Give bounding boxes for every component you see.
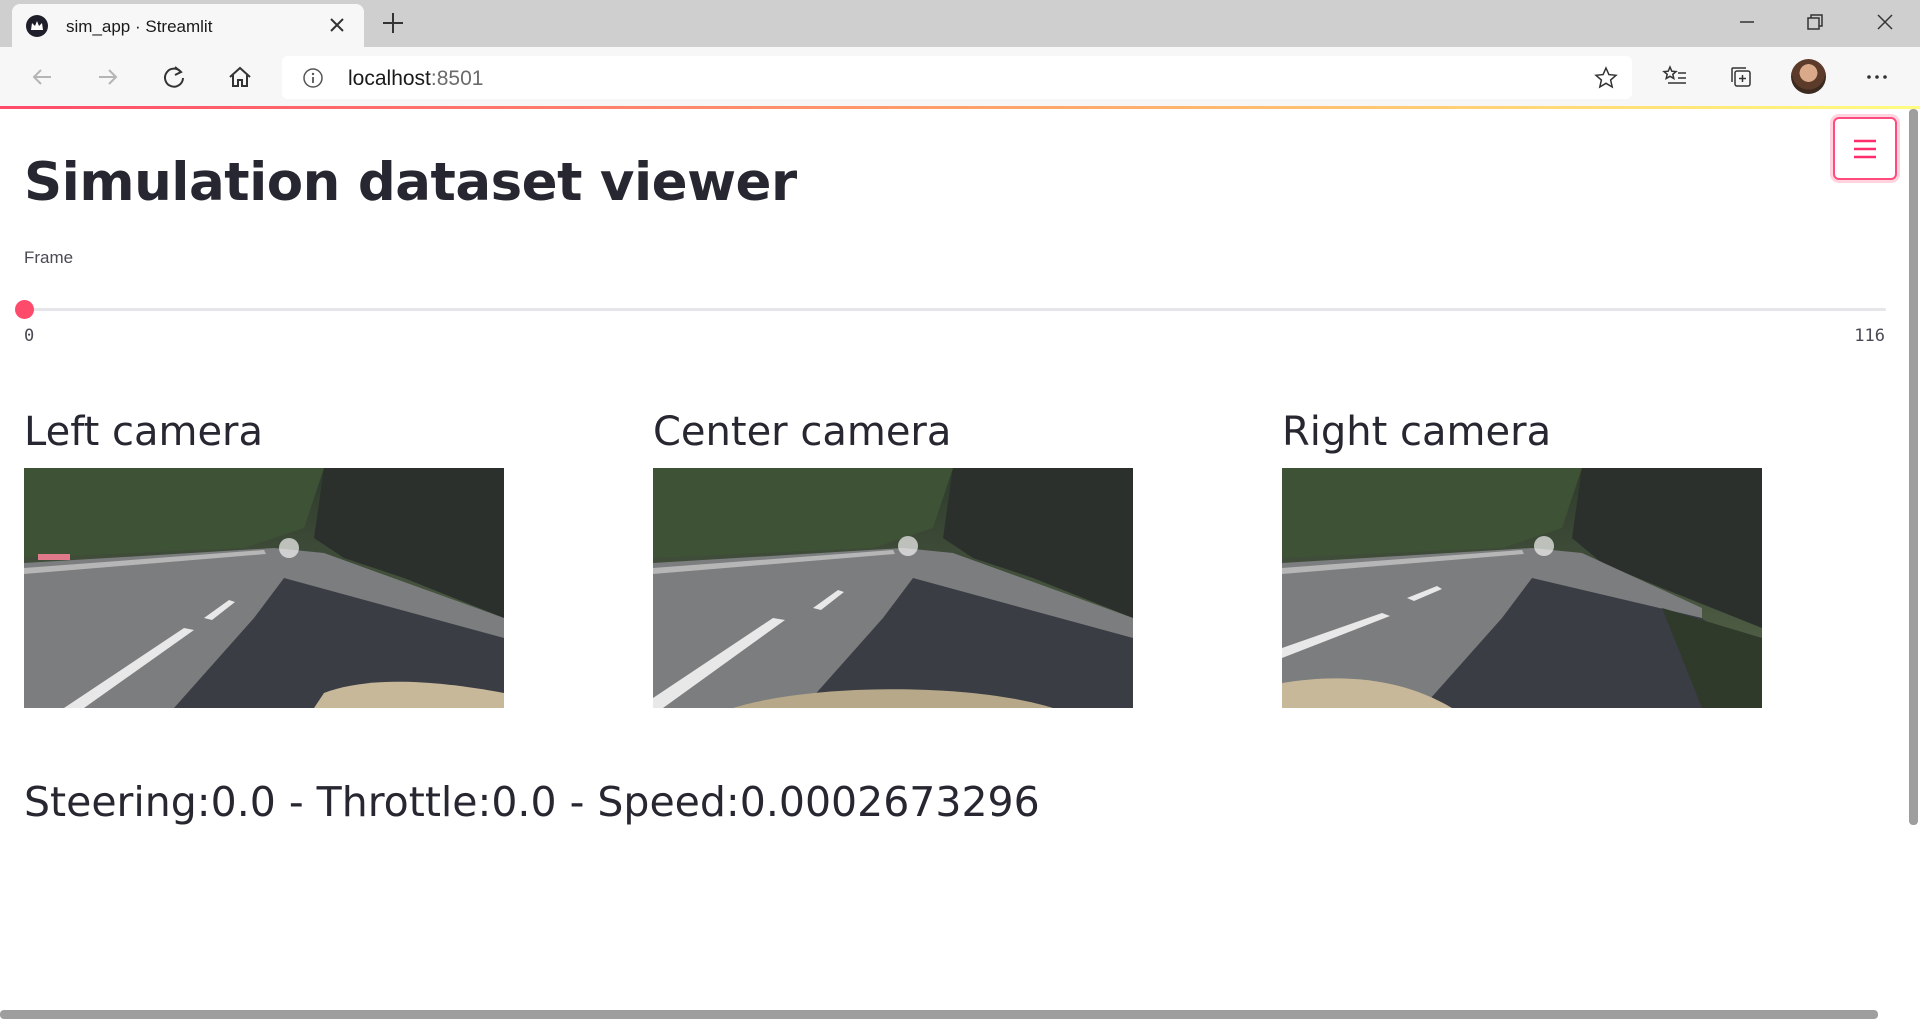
center-camera-column: Center camera — [653, 406, 1133, 708]
tab-close-icon[interactable] — [326, 14, 348, 36]
url-text: localhost:8501 — [348, 67, 483, 91]
hamburger-menu-button[interactable] — [1833, 117, 1897, 180]
more-options-icon[interactable] — [1861, 61, 1893, 93]
back-arrow-icon[interactable] — [26, 61, 58, 93]
address-bar[interactable]: localhost:8501 — [282, 56, 1632, 99]
horizontal-scrollbar[interactable] — [0, 1010, 1878, 1019]
left-camera-title: Left camera — [24, 409, 264, 455]
page-title: Simulation dataset viewer — [24, 152, 797, 213]
center-camera-image — [653, 468, 1133, 708]
streamlit-favicon-icon — [26, 15, 48, 37]
browser-tab[interactable]: sim_app · Streamlit — [12, 4, 364, 47]
telemetry-readout: Steering:0.0 - Throttle:0.0 - Speed:0.00… — [24, 778, 1040, 826]
slider-thumb[interactable] — [15, 300, 34, 319]
vertical-scrollbar[interactable] — [1909, 109, 1918, 825]
favorites-list-icon[interactable] — [1659, 61, 1691, 93]
site-info-icon[interactable] — [302, 67, 324, 89]
right-camera-column: Right camera — [1282, 406, 1762, 708]
right-camera-image — [1282, 468, 1762, 708]
slider-min-label: 0 — [24, 326, 35, 346]
url-port: :8501 — [430, 67, 484, 90]
home-icon[interactable] — [224, 61, 256, 93]
favorite-star-icon[interactable] — [1594, 66, 1618, 90]
restore-icon[interactable] — [1800, 8, 1830, 36]
slider-label: Frame — [24, 248, 74, 267]
browser-tab-strip: sim_app · Streamlit — [0, 0, 1920, 47]
tab-title: sim_app · Streamlit — [66, 17, 213, 36]
refresh-icon[interactable] — [158, 61, 190, 93]
slider-max-label: 116 — [1854, 326, 1885, 346]
new-tab-icon[interactable] — [380, 10, 406, 36]
url-host: localhost — [348, 67, 431, 90]
collections-icon[interactable] — [1725, 61, 1757, 93]
left-camera-image — [24, 468, 504, 708]
frame-slider[interactable] — [15, 300, 1886, 319]
left-camera-column: Left camera — [24, 406, 504, 708]
right-camera-title: Right camera — [1282, 409, 1552, 455]
minimize-icon[interactable] — [1732, 8, 1762, 36]
browser-toolbar: localhost:8501 — [0, 47, 1920, 106]
forward-arrow-icon[interactable] — [92, 61, 124, 93]
center-camera-title: Center camera — [653, 409, 952, 455]
window-close-icon[interactable] — [1870, 8, 1900, 36]
hamburger-icon — [1854, 139, 1876, 158]
profile-avatar[interactable] — [1791, 59, 1826, 94]
